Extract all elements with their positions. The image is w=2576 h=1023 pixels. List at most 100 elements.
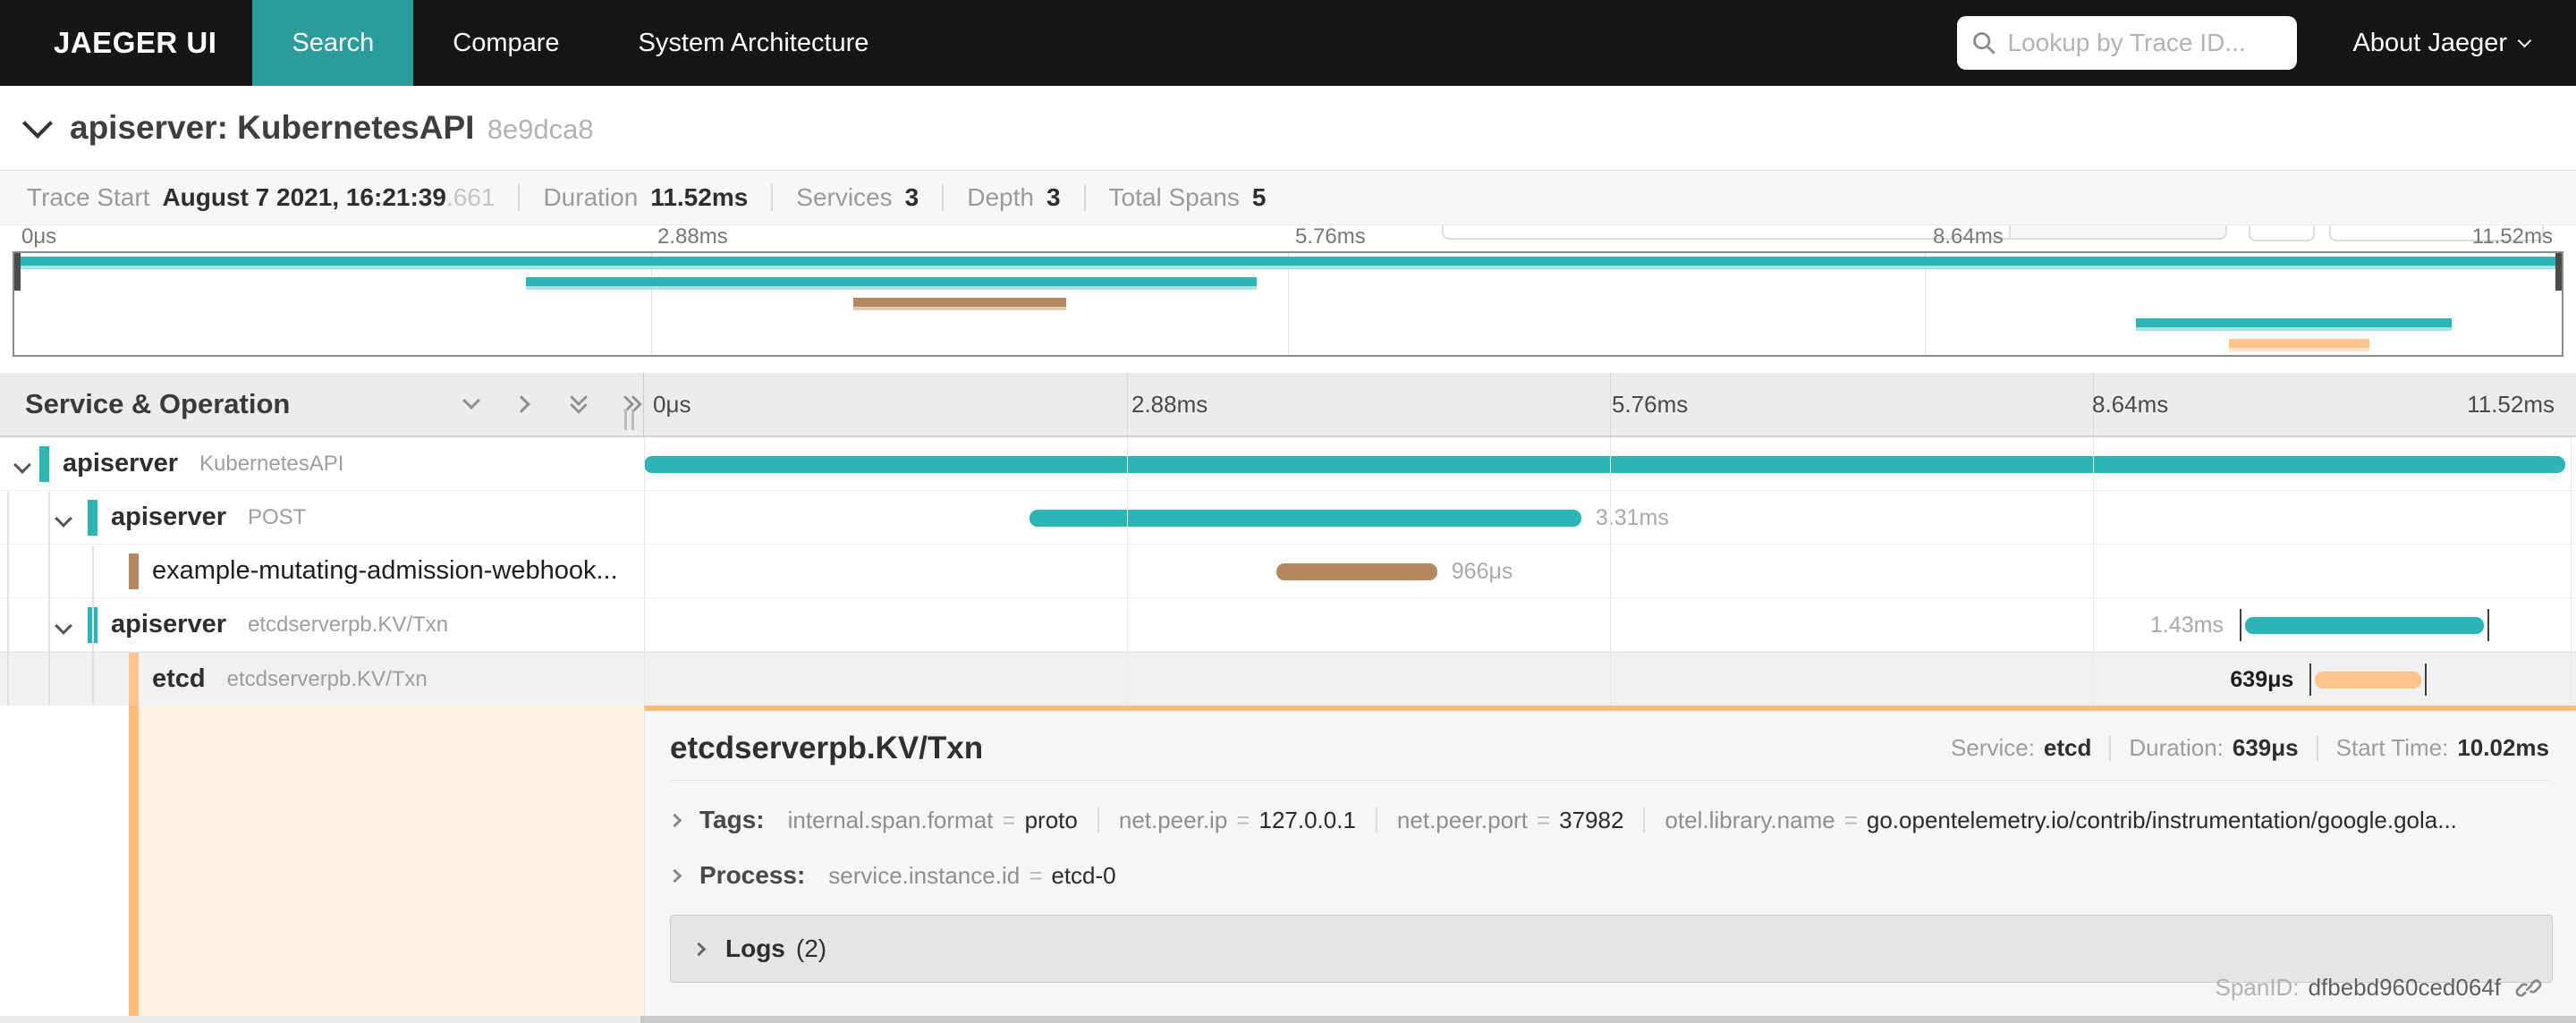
trace-lookup-input[interactable] [2007,29,2276,57]
span-name-column: apiserver POST [111,491,306,544]
nav-tab-compare[interactable]: Compare [413,0,598,86]
summary-item-value: 11.52ms [650,183,749,211]
equals-sign: = [1002,806,1016,833]
selected-span-indent-fill [139,706,644,1016]
collapse-chevron-icon[interactable] [55,510,72,528]
span-operation-name: etcdserverpb.KV/Txn [226,666,428,691]
time-tick-label: 5.76ms [1612,391,1689,418]
timeline-minimap[interactable] [13,251,2563,357]
minimap-left-drag-handle[interactable] [14,253,21,291]
span-duration-label: 639μs [2230,667,2294,692]
span-service-name: apiserver [63,449,178,478]
span-service-name: etcd [152,664,206,693]
process-label: Process: [699,861,806,889]
process-tag-key: service.instance.id [828,861,1021,889]
minimap-span-bar [2136,318,2453,331]
span-operation-name: KubernetesAPI [199,451,344,476]
span-id-value: dfbebd960ced064f [2308,974,2501,1001]
meta-separator [2316,735,2318,761]
grid-line [2093,437,2094,706]
summary-separator [518,184,521,211]
trace-lookup-box[interactable] [1957,16,2298,70]
span-row[interactable]: etcd etcdserverpb.KV/Txn 639μs [0,652,2576,706]
minimap-span-bar [852,298,1067,310]
summary-item-value: 3 [904,183,919,211]
summary-separator [942,184,945,211]
summary-separator [771,184,774,211]
service-operation-header: Service & Operation [0,373,644,435]
tag-item: internal.span.format = proto [788,807,1078,834]
span-row[interactable]: apiserver KubernetesAPI [0,437,2576,491]
kv-separator [1375,807,1377,833]
span-bar-end-tick [2240,609,2241,641]
span-duration-bar[interactable] [1029,510,1581,527]
collapse-trace-chevron-icon[interactable] [22,108,53,139]
scrollbar-thumb[interactable] [640,1016,2576,1023]
logs-count: (2) [795,934,827,962]
minimap-right-drag-handle[interactable] [2555,253,2562,291]
column-resizer-grip[interactable] [624,409,634,430]
tag-value: 37982 [1559,806,1624,833]
process-tag-item: service.instance.id = etcd-0 [828,862,1115,890]
summary-separator [1083,184,1086,211]
tag-item: otel.library.name = go.opentelemetry.io/co… [1665,807,2456,834]
summary-item-value: 3 [1046,183,1061,211]
timeline-grid-header: Service & Operation 0μs 2.88ms 5.76ms 8.64m… [0,373,2576,437]
span-detail-header: etcdserverpb.KV/Txn Service: etcd Duration… [670,725,2549,781]
collapse-one-chevron-down-icon[interactable] [458,391,485,418]
grid-line [2571,437,2572,706]
tags-accordion[interactable]: Tags: internal.span.format = proto net.peer… [667,797,2549,843]
time-tick-label: 5.76ms [1295,224,1366,249]
collapse-all-double-chevron-down-icon[interactable] [565,391,592,418]
span-color-bar [129,653,139,706]
tag-value: go.opentelemetry.io/contrib/instrumentat… [1866,806,2457,833]
equals-sign: = [1843,806,1858,833]
tag-key: otel.library.name [1665,806,1835,833]
span-row[interactable]: apiserver POST 3.31ms [0,491,2576,545]
collapse-chevron-icon[interactable] [55,617,72,635]
minimap-span-bar [2228,339,2370,351]
summary-item-label: Depth [967,183,1034,211]
meta-label: Duration: [2129,734,2224,761]
app-logo[interactable]: JAEGER UI [0,0,252,86]
span-detail-panel: etcdserverpb.KV/Txn Service: etcd Duration… [644,706,2576,1016]
meta-value: 639μs [2232,734,2299,761]
equals-sign: = [1029,861,1043,889]
tags-label: Tags: [699,806,765,833]
kv-separator [1643,807,1646,833]
collapse-chevron-icon[interactable] [13,456,31,474]
time-tick-label: 11.52ms [2471,224,2553,249]
span-service-name: apiserver [111,503,226,531]
grid-line [1127,437,1128,706]
horizontal-scrollbar[interactable] [0,1016,2576,1023]
chevron-down-icon [2517,33,2532,47]
span-duration-bar[interactable] [644,456,2565,473]
nav-tab-system-architecture[interactable]: System Architecture [599,0,909,86]
time-tick-label: 8.64ms [2092,391,2169,418]
summary-item-value: August 7 2021, 16:21:39.661 [162,183,496,211]
process-list: service.instance.id = etcd-0 [828,862,1115,890]
tags-list: internal.span.format = proto net.peer.ip = 12… [788,807,2457,834]
trace-header-bar: apiserver: KubernetesAPI 8e9dca8 ⌘ Trace… [0,86,2576,241]
about-jaeger-menu[interactable]: About Jaeger [2352,29,2532,58]
process-tag-value: etcd-0 [1051,861,1116,889]
span-duration-label: 966μs [1451,559,1513,584]
process-accordion[interactable]: Process: service.instance.id = etcd-0 [667,852,2549,899]
logs-accordion[interactable]: Logs (2) [670,915,2553,983]
minimap-span-bar [16,257,2560,269]
detail-left-gutter [0,706,644,1016]
link-icon[interactable] [2515,975,2542,1002]
tag-key: net.peer.ip [1118,806,1228,833]
span-duration-bar[interactable] [2315,672,2422,689]
expand-one-chevron-right-icon[interactable] [512,391,538,418]
equals-sign: = [1536,806,1551,833]
span-duration-bar[interactable] [1275,563,1437,580]
summary-item-label: Total Spans [1108,183,1240,211]
span-name-column: apiserver etcdserverpb.KV/Txn [111,598,448,651]
span-name-column: etcd etcdserverpb.KV/Txn [152,653,428,706]
span-row[interactable]: apiserver etcdserverpb.KV/Txn 1.43ms [0,598,2576,652]
span-duration-bar[interactable] [2245,617,2484,634]
nav-tab-search[interactable]: Search [252,0,414,86]
search-icon [1973,32,1996,55]
span-row[interactable]: example-mutating-admission-webhook... 966… [0,545,2576,598]
